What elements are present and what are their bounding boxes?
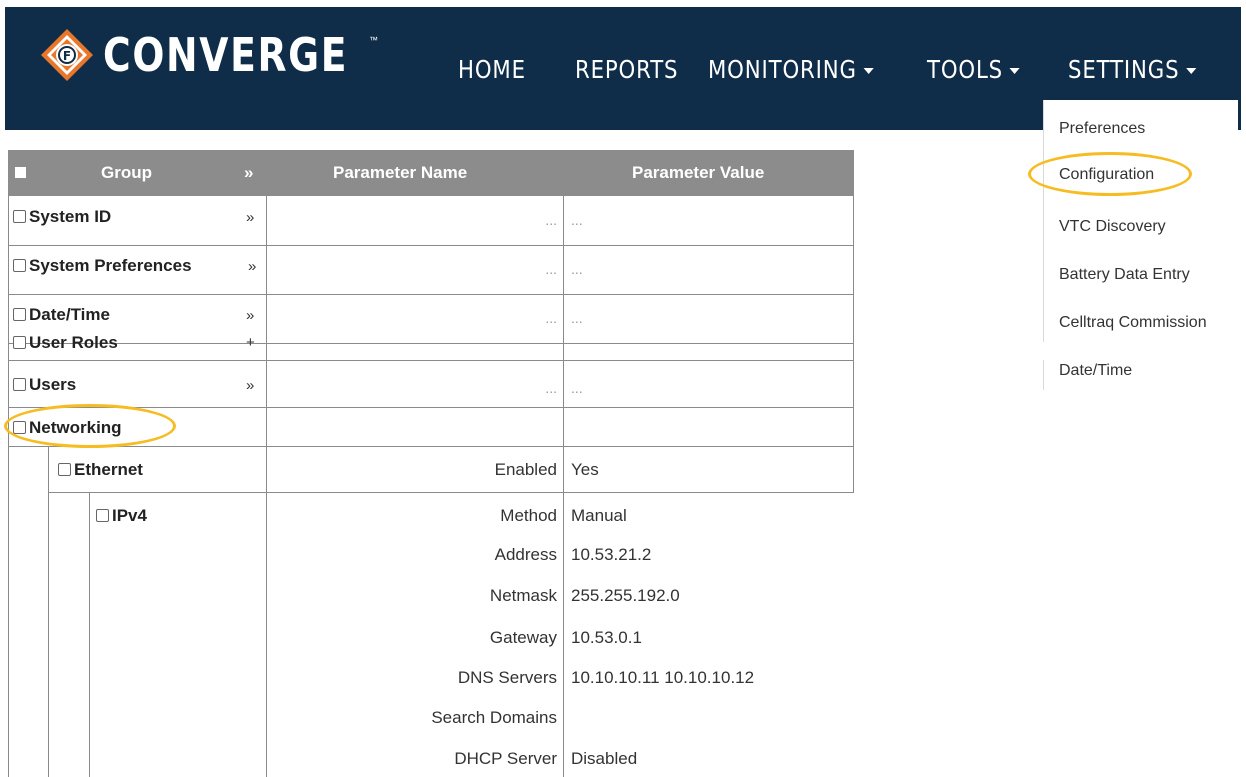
column-divider-group [266,196,267,492]
add-icon[interactable]: + [246,334,255,351]
group-cell[interactable]: IPv4 [96,506,147,526]
nav-monitoring-label: MONITORING [708,55,857,84]
nav-reports[interactable]: REPORTS [575,55,678,84]
group-cell[interactable]: System ID [13,207,111,227]
border-left [8,196,9,777]
column-header-group: Group [101,163,152,182]
parameter-value: 255.255.192.0 [571,586,680,605]
group-cell[interactable]: User Roles [13,333,118,353]
group-label: IPv4 [112,506,147,525]
column-divider-ipv4 [266,492,267,777]
expand-icon[interactable]: » [246,377,254,394]
border-right [853,196,854,492]
menu-item-celltraq-commission[interactable]: Celltraq Commission [1059,314,1207,332]
expand-icon[interactable]: » [246,307,254,324]
networking-highlight-circle [4,404,176,448]
row-checkbox[interactable] [96,509,109,522]
menu-item-preferences[interactable]: Preferences [1059,120,1145,138]
row-checkbox[interactable] [58,463,71,476]
row-checkbox[interactable] [13,259,26,272]
parameter-name: Method [500,506,557,525]
nav-monitoring[interactable]: MONITORING [708,55,874,84]
row-checkbox[interactable] [13,378,26,391]
parameter-name: ... [545,212,557,228]
parameter-value: 10.10.10.11 10.10.10.12 [571,668,755,687]
parameter-name: Address [494,545,557,564]
row-divider [8,343,854,344]
svg-text:F: F [63,49,71,63]
converge-logo[interactable]: F CONVERGE ™ [39,27,402,83]
menu-item-date-time[interactable]: Date/Time [1059,362,1132,380]
parameter-name: Search Domains [431,708,557,727]
parameter-value: ... [571,261,583,277]
group-label: System Preferences [29,256,192,275]
nav-reports-label: REPORTS [575,55,679,84]
parameter-value: Manual [571,506,627,525]
parameter-name: DHCP Server [454,749,557,768]
nav-settings-label: SETTINGS [1068,55,1180,84]
nav-home[interactable]: HOME [458,55,526,84]
parameter-name: Enabled [494,460,557,479]
parameter-name: Netmask [489,586,557,605]
table-header: Group » Parameter Name Parameter Value [8,150,854,196]
configuration-table: Group » Parameter Name Parameter Value S… [8,150,854,777]
logo-text: CONVERGE [103,28,349,82]
row-divider [8,360,854,361]
column-header-parameter-value: Parameter Value [632,163,765,182]
group-label: User Roles [29,333,118,352]
group-cell[interactable]: Date/Time [13,305,110,325]
chevron-down-icon [863,68,874,74]
nav-tools-label: TOOLS [927,55,1004,84]
parameter-value: ... [571,212,583,228]
nav-tools[interactable]: TOOLS [927,55,1021,84]
group-label: Date/Time [29,305,110,324]
group-label: Users [29,375,77,394]
parameter-value: 10.53.21.2 [571,545,652,564]
nav-home-label: HOME [458,55,526,84]
row-divider [8,446,854,447]
collapse-all-icon[interactable]: » [244,163,253,183]
parameter-value: Disabled [571,749,638,768]
group-label: System ID [29,207,112,226]
row-checkbox[interactable] [13,308,26,321]
parameter-name: Gateway [489,628,557,647]
nesting-line-networking [48,446,49,777]
row-divider [48,492,854,493]
select-all-checkbox[interactable] [15,167,26,178]
parameter-name: ... [545,380,557,396]
parameter-value: ... [571,380,583,396]
parameter-name: ... [545,310,557,326]
parameter-value: Yes [571,460,599,479]
trademark-mark: ™ [369,35,378,45]
nesting-line-ethernet [89,492,90,777]
group-label: Ethernet [74,460,143,479]
column-divider-name [563,196,564,777]
parameter-name: DNS Servers [457,668,557,687]
row-divider [8,245,854,246]
parameter-value: ... [571,310,583,326]
franklin-logo-icon: F [39,27,95,83]
chevron-down-icon [1186,68,1197,74]
row-checkbox[interactable] [13,336,26,349]
column-header-parameter-name: Parameter Name [333,163,468,182]
menu-item-battery-data-entry[interactable]: Battery Data Entry [1059,266,1190,284]
menu-item-vtc-discovery[interactable]: VTC Discovery [1059,218,1166,236]
parameter-value: 10.53.0.1 [571,628,642,647]
configuration-highlight-circle [1028,152,1192,196]
parameter-name: ... [545,261,557,277]
group-cell[interactable]: Users [13,375,76,395]
group-cell[interactable]: System Preferences [13,256,192,276]
settings-dropdown-menu: Preferences Configuration VTC Discovery … [1042,100,1238,390]
expand-icon[interactable]: » [246,209,254,226]
nav-settings[interactable]: SETTINGS [1068,55,1197,84]
expand-icon[interactable]: » [248,258,256,275]
row-checkbox[interactable] [13,210,26,223]
row-divider [8,294,854,295]
menu-divider-gap [1042,342,1048,360]
group-cell[interactable]: Ethernet [58,460,143,480]
chevron-down-icon [1009,68,1021,74]
